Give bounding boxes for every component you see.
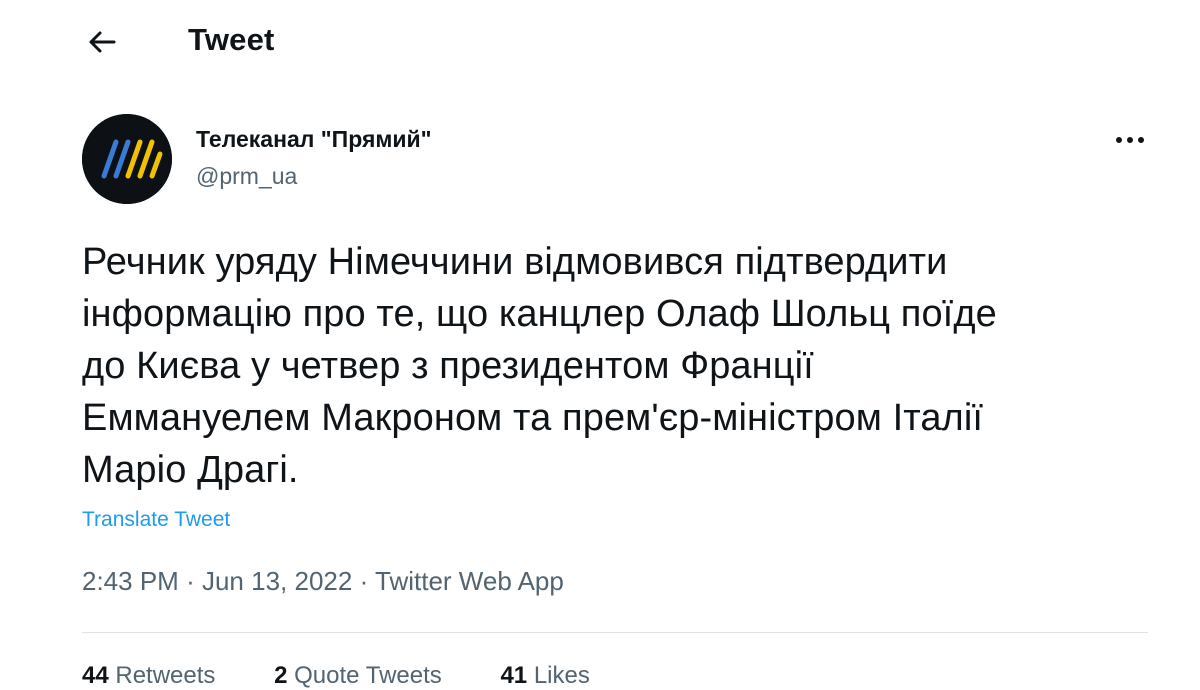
retweets-count: 44 [82,662,109,689]
meta-separator: · [186,566,195,596]
tweet-date[interactable]: Jun 13, 2022 [202,566,352,596]
translate-tweet-link[interactable]: Translate Tweet [82,508,230,532]
avatar[interactable] [82,114,172,204]
tweet-text-line: Еммануелем Макроном та прем'єр-міністром… [82,397,984,439]
arrow-left-icon [89,31,116,53]
likes-stat[interactable]: 41 Likes [500,662,615,689]
retweets-label: Retweets [115,662,216,689]
tweet-source-app[interactable]: Twitter Web App [375,566,564,596]
divider [82,632,1148,633]
tweet-time[interactable]: 2:43 PM [82,566,179,596]
tweet-stats: 44 Retweets 2 Quote Tweets 41 Likes [82,662,642,690]
channel-logo-icon [82,114,172,204]
tweet-text-line: до Києва у четвер з президентом Франції [82,345,814,387]
tweet-text: Речник уряду Німеччини відмовився підтве… [82,236,1152,496]
tweet-meta: 2:43 PM · Jun 13, 2022 · Twitter Web App [82,566,564,597]
tweet-text-line: Маріо Драгі. [82,449,299,491]
likes-count: 41 [500,662,528,689]
retweets-stat[interactable]: 44 Retweets [82,662,241,689]
page-title: Tweet [188,22,275,57]
tweet-text-line: інформацію про те, що канцлер Олаф Шольц… [82,293,997,335]
tweet-text-line: Речник уряду Німеччини відмовився підтве… [82,241,948,283]
more-dots-icon [1116,137,1144,143]
likes-label: Likes [533,662,590,689]
author-name[interactable]: Телеканал "Прямий" [196,126,432,153]
author-handle[interactable]: @prm_ua [196,163,297,190]
back-button[interactable] [80,22,124,62]
quotes-count: 2 [274,662,288,689]
quotes-label: Quote Tweets [294,662,442,689]
meta-separator: · [359,566,369,596]
more-options-button[interactable] [1108,122,1152,158]
tweet-header: Tweet [0,0,1200,85]
quotes-stat[interactable]: 2 Quote Tweets [274,662,468,689]
